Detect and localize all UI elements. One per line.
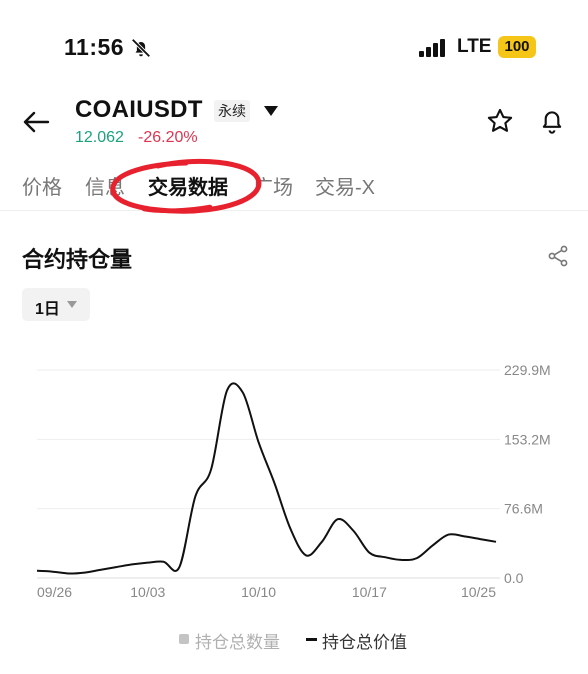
interval-select[interactable]: 1日 — [22, 288, 90, 321]
bell-icon[interactable] — [538, 107, 566, 135]
legend-swatch-value — [306, 638, 317, 641]
arrow-left-icon[interactable] — [22, 109, 50, 135]
status-bar: 11:56 LTE 100 — [0, 0, 588, 95]
star-icon[interactable] — [486, 107, 514, 135]
section-title: 合约持仓量 — [22, 247, 133, 272]
legend-item-value[interactable]: 持仓总价值 — [322, 628, 407, 653]
y-tick-label: 0.0 — [504, 570, 524, 586]
bell-slash-icon — [131, 38, 151, 58]
chart-legend: 持仓总数量 持仓总价值 — [0, 626, 588, 652]
tab-trade-x[interactable]: 交易-X — [315, 171, 375, 200]
network-label: LTE — [457, 36, 492, 57]
last-price: 12.062 — [75, 129, 124, 146]
contract-type-badge: 永续 — [214, 100, 250, 122]
x-tick-label: 09/26 — [37, 584, 72, 600]
tab-info[interactable]: 信息 — [85, 171, 125, 200]
legend-swatch-quantity — [179, 634, 189, 644]
battery-indicator: 100 — [498, 36, 536, 58]
price-change: -26.20% — [138, 129, 198, 146]
tab-trading-data[interactable]: 交易数据 — [148, 171, 228, 200]
share-icon[interactable] — [546, 244, 570, 268]
y-tick-label: 76.6M — [504, 501, 543, 517]
tab-bar: 价格 信息 交易数据 广场 交易-X — [0, 165, 588, 205]
series-line-total-value — [36, 382, 497, 575]
tabs-divider — [0, 210, 588, 211]
x-tick-label: 10/03 — [130, 584, 165, 600]
open-interest-chart: 229.9M 153.2M 76.6M 0.0 09/26 10/03 10/10 10/17… — [36, 362, 551, 600]
x-tick-label: 10/10 — [241, 584, 276, 600]
symbol-title[interactable]: COAIUSDT — [75, 96, 203, 124]
signal-icon — [419, 39, 445, 57]
tab-price[interactable]: 价格 — [22, 171, 62, 200]
tab-square[interactable]: 广场 — [253, 171, 293, 200]
legend-item-quantity[interactable]: 持仓总数量 — [195, 628, 280, 653]
status-time: 11:56 — [64, 34, 125, 60]
caret-down-icon — [67, 301, 77, 308]
y-tick-label: 229.9M — [504, 362, 551, 378]
x-tick-label: 10/17 — [352, 584, 387, 600]
header: COAIUSDT 永续 12.062 -26.20% — [0, 95, 588, 155]
caret-down-icon[interactable] — [264, 106, 278, 116]
x-tick-label: 10/25 — [461, 584, 496, 600]
y-tick-label: 153.2M — [504, 431, 551, 447]
interval-label: 1日 — [35, 301, 60, 318]
